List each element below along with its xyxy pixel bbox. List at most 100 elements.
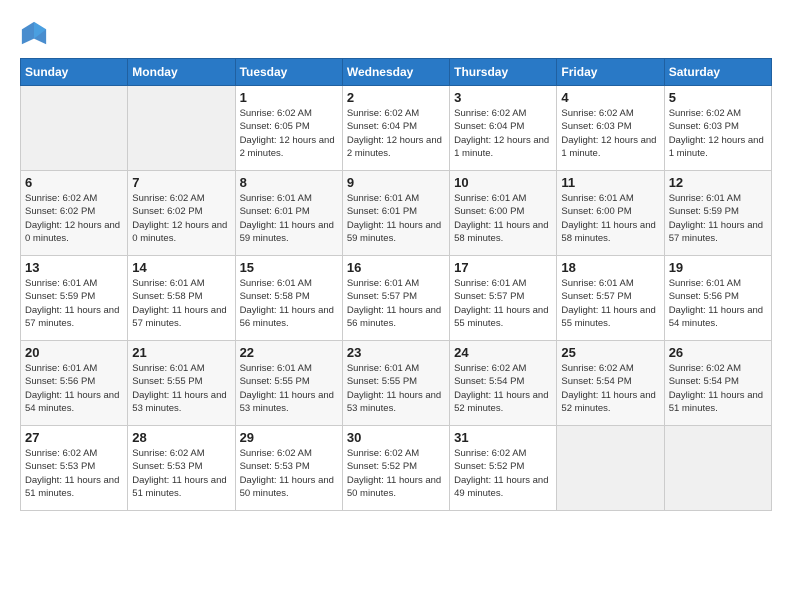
header-row: SundayMondayTuesdayWednesdayThursdayFrid… — [21, 59, 772, 86]
day-number: 4 — [561, 90, 659, 105]
calendar-cell: 8 Sunrise: 6:01 AM Sunset: 6:01 PM Daylig… — [235, 171, 342, 256]
day-content: Sunrise: 6:02 AM Sunset: 5:52 PM Dayligh… — [454, 447, 552, 500]
calendar-cell: 29 Sunrise: 6:02 AM Sunset: 5:53 PM Dayli… — [235, 426, 342, 511]
day-content: Sunrise: 6:01 AM Sunset: 5:56 PM Dayligh… — [25, 362, 123, 415]
day-content: Sunrise: 6:01 AM Sunset: 6:00 PM Dayligh… — [561, 192, 659, 245]
calendar-cell: 10 Sunrise: 6:01 AM Sunset: 6:00 PM Dayli… — [450, 171, 557, 256]
week-row-5: 27 Sunrise: 6:02 AM Sunset: 5:53 PM Dayli… — [21, 426, 772, 511]
calendar-cell: 15 Sunrise: 6:01 AM Sunset: 5:58 PM Dayli… — [235, 256, 342, 341]
calendar-cell: 11 Sunrise: 6:01 AM Sunset: 6:00 PM Dayli… — [557, 171, 664, 256]
calendar-cell: 5Sunrise: 6:02 AM Sunset: 6:03 PM Daylig… — [664, 86, 771, 171]
calendar-cell — [21, 86, 128, 171]
header-cell-wednesday: Wednesday — [342, 59, 449, 86]
day-content: Sunrise: 6:01 AM Sunset: 6:01 PM Dayligh… — [347, 192, 445, 245]
calendar-cell — [664, 426, 771, 511]
day-number: 14 — [132, 260, 230, 275]
day-content: Sunrise: 6:02 AM Sunset: 5:53 PM Dayligh… — [132, 447, 230, 500]
calendar-cell: 12 Sunrise: 6:01 AM Sunset: 5:59 PM Dayli… — [664, 171, 771, 256]
logo-icon — [20, 20, 48, 48]
calendar-cell: 1Sunrise: 6:02 AM Sunset: 6:05 PM Daylig… — [235, 86, 342, 171]
day-number: 24 — [454, 345, 552, 360]
day-number: 1 — [240, 90, 338, 105]
calendar-cell: 2 Sunrise: 6:02 AM Sunset: 6:04 PM Daylig… — [342, 86, 449, 171]
day-number: 31 — [454, 430, 552, 445]
day-content: Sunrise: 6:01 AM Sunset: 5:57 PM Dayligh… — [347, 277, 445, 330]
calendar-cell: 16 Sunrise: 6:01 AM Sunset: 5:57 PM Dayli… — [342, 256, 449, 341]
day-number: 17 — [454, 260, 552, 275]
day-number: 22 — [240, 345, 338, 360]
calendar-cell: 3Sunrise: 6:02 AM Sunset: 6:04 PM Daylig… — [450, 86, 557, 171]
day-number: 29 — [240, 430, 338, 445]
header-cell-thursday: Thursday — [450, 59, 557, 86]
calendar-cell: 25Sunrise: 6:02 AM Sunset: 5:54 PM Dayli… — [557, 341, 664, 426]
day-content: Sunrise: 6:02 AM Sunset: 5:54 PM Dayligh… — [561, 362, 659, 415]
calendar-cell: 21 Sunrise: 6:01 AM Sunset: 5:55 PM Dayli… — [128, 341, 235, 426]
day-content: Sunrise: 6:01 AM Sunset: 5:57 PM Dayligh… — [454, 277, 552, 330]
day-content: Sunrise: 6:02 AM Sunset: 5:54 PM Dayligh… — [669, 362, 767, 415]
calendar-cell — [128, 86, 235, 171]
week-row-3: 13 Sunrise: 6:01 AM Sunset: 5:59 PM Dayli… — [21, 256, 772, 341]
day-content: Sunrise: 6:02 AM Sunset: 6:02 PM Dayligh… — [25, 192, 123, 245]
day-content: Sunrise: 6:02 AM Sunset: 6:02 PM Dayligh… — [132, 192, 230, 245]
header-cell-monday: Monday — [128, 59, 235, 86]
header-cell-tuesday: Tuesday — [235, 59, 342, 86]
day-number: 2 — [347, 90, 445, 105]
calendar-cell: 18Sunrise: 6:01 AM Sunset: 5:57 PM Dayli… — [557, 256, 664, 341]
calendar-cell: 31 Sunrise: 6:02 AM Sunset: 5:52 PM Dayli… — [450, 426, 557, 511]
day-content: Sunrise: 6:01 AM Sunset: 6:01 PM Dayligh… — [240, 192, 338, 245]
day-content: Sunrise: 6:01 AM Sunset: 5:59 PM Dayligh… — [669, 192, 767, 245]
day-number: 7 — [132, 175, 230, 190]
week-row-1: 1Sunrise: 6:02 AM Sunset: 6:05 PM Daylig… — [21, 86, 772, 171]
day-content: Sunrise: 6:01 AM Sunset: 5:58 PM Dayligh… — [240, 277, 338, 330]
day-content: Sunrise: 6:01 AM Sunset: 5:58 PM Dayligh… — [132, 277, 230, 330]
day-content: Sunrise: 6:02 AM Sunset: 6:04 PM Dayligh… — [347, 107, 445, 160]
calendar-cell: 9Sunrise: 6:01 AM Sunset: 6:01 PM Daylig… — [342, 171, 449, 256]
day-content: Sunrise: 6:02 AM Sunset: 5:52 PM Dayligh… — [347, 447, 445, 500]
day-number: 21 — [132, 345, 230, 360]
day-number: 12 — [669, 175, 767, 190]
logo — [20, 20, 52, 48]
week-row-4: 20Sunrise: 6:01 AM Sunset: 5:56 PM Dayli… — [21, 341, 772, 426]
day-content: Sunrise: 6:02 AM Sunset: 6:03 PM Dayligh… — [561, 107, 659, 160]
day-content: Sunrise: 6:01 AM Sunset: 5:55 PM Dayligh… — [132, 362, 230, 415]
day-content: Sunrise: 6:02 AM Sunset: 5:53 PM Dayligh… — [240, 447, 338, 500]
calendar-cell: 14 Sunrise: 6:01 AM Sunset: 5:58 PM Dayli… — [128, 256, 235, 341]
day-number: 19 — [669, 260, 767, 275]
day-number: 5 — [669, 90, 767, 105]
day-number: 10 — [454, 175, 552, 190]
day-number: 28 — [132, 430, 230, 445]
day-content: Sunrise: 6:01 AM Sunset: 5:59 PM Dayligh… — [25, 277, 123, 330]
calendar-cell: 28 Sunrise: 6:02 AM Sunset: 5:53 PM Dayli… — [128, 426, 235, 511]
calendar-cell: 24 Sunrise: 6:02 AM Sunset: 5:54 PM Dayli… — [450, 341, 557, 426]
calendar-cell — [557, 426, 664, 511]
calendar-cell: 27 Sunrise: 6:02 AM Sunset: 5:53 PM Dayli… — [21, 426, 128, 511]
day-number: 16 — [347, 260, 445, 275]
day-number: 8 — [240, 175, 338, 190]
header-cell-friday: Friday — [557, 59, 664, 86]
day-number: 30 — [347, 430, 445, 445]
calendar-cell: 22 Sunrise: 6:01 AM Sunset: 5:55 PM Dayli… — [235, 341, 342, 426]
day-content: Sunrise: 6:02 AM Sunset: 5:53 PM Dayligh… — [25, 447, 123, 500]
calendar-cell: 6 Sunrise: 6:02 AM Sunset: 6:02 PM Daylig… — [21, 171, 128, 256]
day-content: Sunrise: 6:01 AM Sunset: 5:55 PM Dayligh… — [240, 362, 338, 415]
day-number: 15 — [240, 260, 338, 275]
day-number: 18 — [561, 260, 659, 275]
calendar-cell: 17 Sunrise: 6:01 AM Sunset: 5:57 PM Dayli… — [450, 256, 557, 341]
day-number: 27 — [25, 430, 123, 445]
day-number: 6 — [25, 175, 123, 190]
day-number: 23 — [347, 345, 445, 360]
calendar-cell: 20Sunrise: 6:01 AM Sunset: 5:56 PM Dayli… — [21, 341, 128, 426]
header-cell-saturday: Saturday — [664, 59, 771, 86]
day-number: 3 — [454, 90, 552, 105]
day-number: 13 — [25, 260, 123, 275]
calendar-cell: 19 Sunrise: 6:01 AM Sunset: 5:56 PM Dayli… — [664, 256, 771, 341]
week-row-2: 6 Sunrise: 6:02 AM Sunset: 6:02 PM Daylig… — [21, 171, 772, 256]
page-header — [20, 20, 772, 48]
day-content: Sunrise: 6:01 AM Sunset: 5:55 PM Dayligh… — [347, 362, 445, 415]
day-number: 11 — [561, 175, 659, 190]
day-number: 26 — [669, 345, 767, 360]
day-content: Sunrise: 6:01 AM Sunset: 5:56 PM Dayligh… — [669, 277, 767, 330]
day-content: Sunrise: 6:01 AM Sunset: 6:00 PM Dayligh… — [454, 192, 552, 245]
day-content: Sunrise: 6:02 AM Sunset: 5:54 PM Dayligh… — [454, 362, 552, 415]
calendar-cell: 13 Sunrise: 6:01 AM Sunset: 5:59 PM Dayli… — [21, 256, 128, 341]
